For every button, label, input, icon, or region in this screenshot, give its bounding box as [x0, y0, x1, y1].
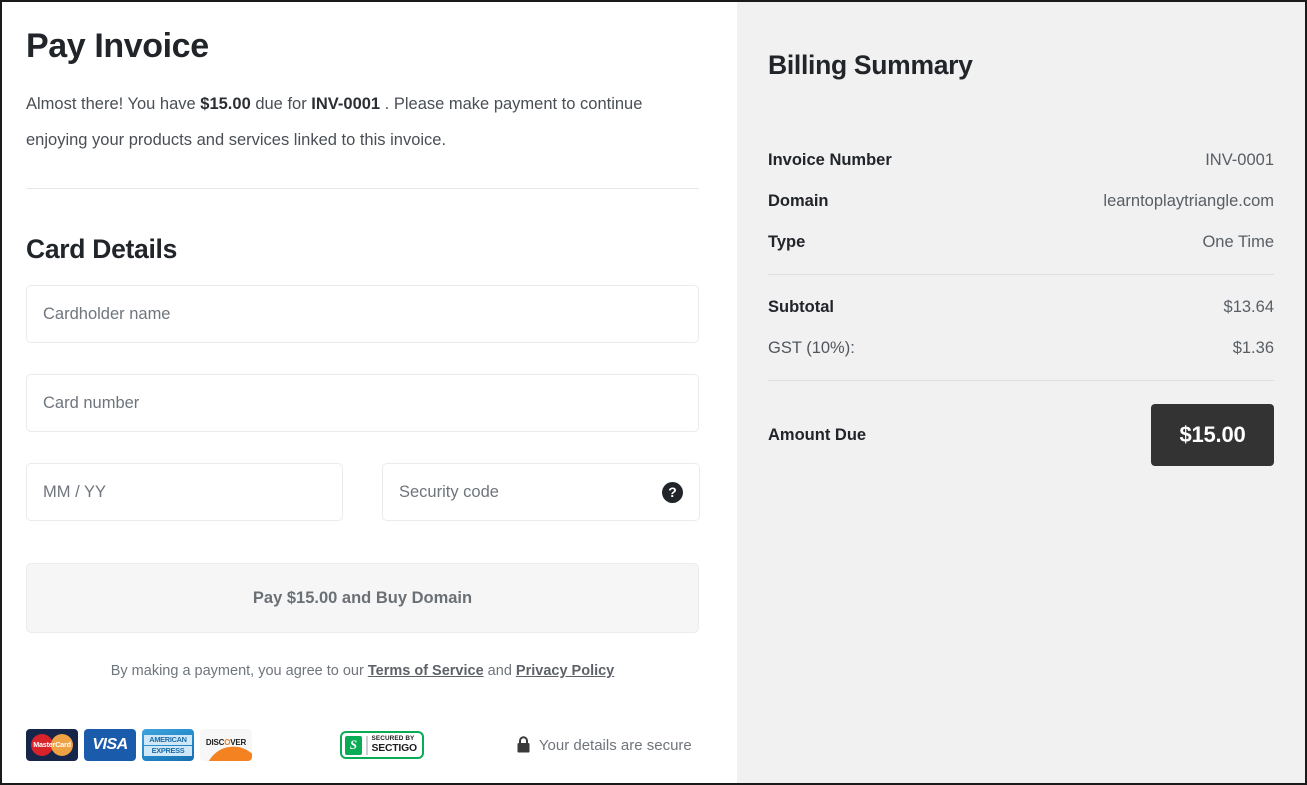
type-value: One Time [1202, 233, 1274, 252]
discover-icon: DISCOVER [200, 729, 252, 761]
amount-due-label: Amount Due [768, 426, 866, 445]
trust-badges-row: MasterCard VISA AMERICAN EXPRESS DISCOVE… [26, 729, 699, 761]
cardholder-name-input[interactable]: Cardholder name [26, 285, 699, 343]
expiry-date-placeholder: MM / YY [43, 483, 106, 502]
subtotal-value: $13.64 [1224, 298, 1274, 317]
card-number-placeholder: Card number [43, 394, 139, 413]
type-label: Type [768, 233, 805, 252]
billing-summary-panel: Billing Summary Invoice Number INV-0001 … [737, 2, 1305, 783]
sectigo-badge-wrap: S SECURED BY SECTIGO [340, 731, 424, 759]
billing-summary-title: Billing Summary [768, 50, 1274, 81]
section-divider [26, 188, 699, 189]
invoice-number-value: INV-0001 [1205, 151, 1274, 170]
detail-row-domain: Domain learntoplaytriangle.com [768, 192, 1274, 211]
totals-row-subtotal: Subtotal $13.64 [768, 298, 1274, 317]
discover-label-a: DISC [206, 738, 224, 747]
intro-paragraph: Almost there! You have $15.00 due for IN… [26, 86, 676, 158]
mastercard-icon: MasterCard [26, 729, 78, 761]
amex-line-2: EXPRESS [144, 746, 192, 756]
totals-divider-bottom [768, 380, 1274, 381]
terms-agreement-text: By making a payment, you agree to our Te… [26, 661, 699, 681]
domain-value: learntoplaytriangle.com [1103, 192, 1274, 211]
security-code-input[interactable]: Security code ? [382, 463, 700, 521]
pay-invoice-page: Pay Invoice Almost there! You have $15.0… [0, 0, 1307, 785]
sectigo-divider [366, 736, 368, 755]
detail-row-type: Type One Time [768, 233, 1274, 252]
card-number-input[interactable]: Card number [26, 374, 699, 432]
invoice-details-list: Invoice Number INV-0001 Domain learntopl… [768, 151, 1274, 466]
amex-line-1: AMERICAN [144, 735, 192, 745]
totals-divider-top [768, 274, 1274, 275]
lock-icon [516, 736, 531, 754]
pay-and-buy-domain-button[interactable]: Pay $15.00 and Buy Domain [26, 563, 699, 633]
amount-due-badge: $15.00 [1151, 404, 1274, 466]
subtotal-label: Subtotal [768, 298, 834, 317]
intro-amount: $15.00 [200, 95, 250, 113]
privacy-policy-link[interactable]: Privacy Policy [516, 663, 614, 679]
totals-row-gst: GST (10%): $1.36 [768, 339, 1274, 358]
sectigo-text: SECURED BY SECTIGO [372, 736, 417, 754]
page-title: Pay Invoice [26, 24, 713, 68]
sectigo-line-2: SECTIGO [372, 744, 417, 754]
invoice-number-label: Invoice Number [768, 151, 892, 170]
help-circle-icon[interactable]: ? [662, 482, 683, 503]
expiry-cvc-row: MM / YY Security code ? [26, 463, 713, 521]
mastercard-label: MasterCard [31, 740, 73, 749]
discover-label-b: VER [230, 738, 246, 747]
gst-value: $1.36 [1233, 339, 1274, 358]
cardholder-name-placeholder: Cardholder name [43, 305, 171, 324]
card-details-form: Cardholder name Card number MM / YY Secu… [26, 285, 713, 681]
sectigo-secured-badge: S SECURED BY SECTIGO [340, 731, 424, 759]
discover-label: DISCOVER [206, 738, 246, 747]
secure-details-text: Your details are secure [539, 737, 692, 754]
visa-icon: VISA [84, 729, 136, 761]
sectigo-s-mark-icon: S [345, 736, 362, 755]
american-express-icon: AMERICAN EXPRESS [142, 729, 194, 761]
visa-label: VISA [92, 736, 127, 754]
intro-part2: due for [251, 95, 312, 113]
secure-details-note: Your details are secure [516, 736, 692, 754]
accepted-card-logos: MasterCard VISA AMERICAN EXPRESS DISCOVE… [26, 729, 252, 761]
card-details-heading: Card Details [26, 234, 713, 265]
terms-of-service-link[interactable]: Terms of Service [368, 663, 484, 679]
security-code-placeholder: Security code [399, 483, 499, 502]
terms-prefix: By making a payment, you agree to our [111, 663, 368, 679]
payment-form-panel: Pay Invoice Almost there! You have $15.0… [2, 2, 737, 783]
domain-label: Domain [768, 192, 829, 211]
expiry-date-input[interactable]: MM / YY [26, 463, 343, 521]
detail-row-invoice-number: Invoice Number INV-0001 [768, 151, 1274, 170]
intro-invoice-number: INV-0001 [311, 95, 380, 113]
gst-label: GST (10%): [768, 339, 855, 358]
terms-middle: and [484, 663, 516, 679]
intro-part1: Almost there! You have [26, 95, 200, 113]
sectigo-line-1: SECURED BY [372, 736, 417, 742]
amount-due-row: Amount Due $15.00 [768, 404, 1274, 466]
